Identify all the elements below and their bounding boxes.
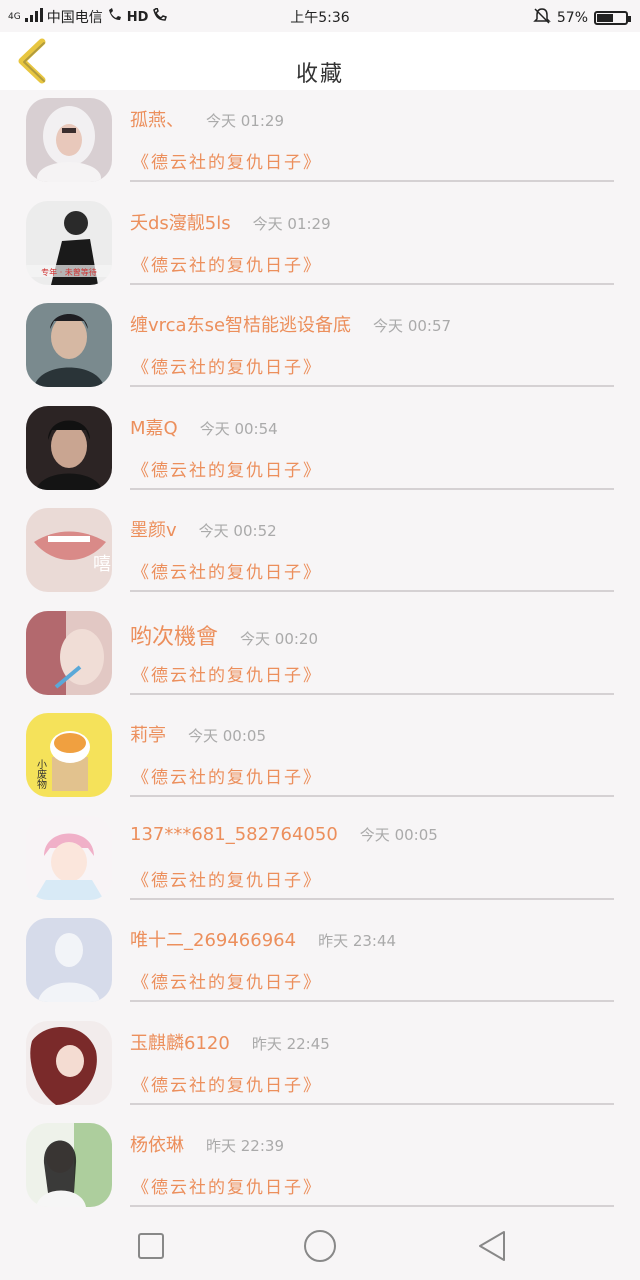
avatar[interactable]: [26, 303, 112, 387]
avatar[interactable]: [26, 405, 112, 490]
username[interactable]: M嘉Q: [130, 414, 178, 440]
list-item[interactable]: 孤燕、 今天 01:29 《德云社的复仇日子》: [0, 90, 640, 193]
item-meta: 莉亭 今天 00:05: [130, 721, 266, 747]
timestamp: 今天 00:20: [240, 629, 319, 648]
username[interactable]: 哟次機會: [130, 619, 218, 651]
timestamp: 今天 01:29: [206, 112, 284, 130]
circle-icon: [304, 1230, 336, 1262]
divider: [130, 487, 614, 490]
timestamp: 今天 00:52: [198, 522, 277, 540]
username[interactable]: 夭ds濅靓5ls: [130, 209, 231, 235]
square-icon: [138, 1233, 164, 1259]
avatar[interactable]: [26, 1020, 112, 1105]
work-title[interactable]: 《德云社的复仇日子》: [132, 1071, 322, 1096]
timestamp: 今天 01:29: [252, 214, 331, 233]
avatar[interactable]: 嘻: [26, 508, 112, 592]
timestamp: 今天 00:57: [373, 317, 452, 335]
timestamp: 今天 00:05: [188, 727, 266, 745]
favorites-list: 孤燕、 今天 01:29 《德云社的复仇日子》 专年 · 未曾等待 夭ds濅靓5…: [0, 90, 640, 1218]
work-title[interactable]: 《德云社的复仇日子》: [132, 866, 322, 891]
divider: [130, 282, 614, 285]
header: 收藏: [0, 32, 640, 90]
username[interactable]: 玉麒麟6120: [130, 1029, 230, 1055]
recents-button[interactable]: [131, 1226, 171, 1266]
work-title[interactable]: 《德云社的复仇日子》: [132, 251, 322, 276]
item-meta: 玉麒麟6120 昨天 22:45: [130, 1029, 330, 1055]
list-item[interactable]: 嘻 墨颜v 今天 00:52 《德云社的复仇日子》: [0, 500, 640, 603]
avatar[interactable]: [26, 815, 112, 900]
divider: [130, 1000, 614, 1002]
battery-icon: [594, 11, 631, 25]
avatar-caption: 嘻: [93, 554, 111, 575]
username[interactable]: 缠vrca东se智桔能逃设备底: [130, 311, 351, 337]
divider: [130, 590, 614, 592]
username[interactable]: 唯十二_269466964: [130, 926, 296, 952]
system-nav-bar: [0, 1210, 640, 1280]
work-title[interactable]: 《德云社的复仇日子》: [132, 968, 322, 993]
avatar[interactable]: [26, 610, 112, 695]
list-item[interactable]: 哟次機會 今天 00:20 《德云社的复仇日子》: [0, 603, 640, 706]
username[interactable]: 137***681_582764050: [130, 824, 338, 845]
list-item[interactable]: M嘉Q 今天 00:54 《德云社的复仇日子》: [0, 398, 640, 501]
divider: [130, 795, 614, 797]
list-item[interactable]: 杨依琳 昨天 22:39 《德云社的复仇日子》: [0, 1115, 640, 1218]
avatar[interactable]: [26, 98, 112, 182]
item-meta: 夭ds濅靓5ls 今天 01:29: [130, 209, 331, 235]
work-title[interactable]: 《德云社的复仇日子》: [132, 1173, 322, 1198]
work-title[interactable]: 《德云社的复仇日子》: [132, 763, 322, 788]
battery-percent: 57%: [556, 10, 588, 26]
avatar-caption: 专年 · 未曾等待: [41, 267, 97, 277]
divider: [130, 180, 614, 182]
avatar[interactable]: [26, 918, 112, 1002]
username[interactable]: 莉亭: [130, 721, 166, 747]
username[interactable]: 杨依琳: [130, 1131, 184, 1157]
timestamp: 今天 00:54: [199, 419, 278, 438]
item-meta: 墨颜v 今天 00:52: [130, 516, 277, 542]
triangle-back-icon: [479, 1231, 505, 1261]
status-right: 57%: [533, 7, 631, 29]
list-item[interactable]: 137***681_582764050 今天 00:05 《德云社的复仇日子》: [0, 808, 640, 911]
timestamp: 今天 00:05: [359, 825, 438, 844]
work-title[interactable]: 《德云社的复仇日子》: [132, 456, 322, 481]
username[interactable]: 墨颜v: [130, 516, 177, 542]
work-title[interactable]: 《德云社的复仇日子》: [132, 148, 322, 173]
divider: [130, 1102, 614, 1105]
list-item[interactable]: 缠vrca东se智桔能逃设备底 今天 00:57 《德云社的复仇日子》: [0, 295, 640, 398]
item-meta: 杨依琳 昨天 22:39: [130, 1131, 284, 1157]
avatar[interactable]: [26, 1123, 112, 1207]
mute-bell-icon: [533, 7, 551, 29]
page-title: 收藏: [295, 62, 344, 87]
avatar-caption: 小废物: [35, 759, 47, 790]
timestamp: 昨天 22:45: [251, 1034, 330, 1053]
item-meta: M嘉Q 今天 00:54: [130, 414, 278, 440]
item-meta: 137***681_582764050 今天 00:05: [130, 824, 438, 845]
divider: [130, 385, 614, 387]
item-meta: 孤燕、 今天 01:29: [130, 106, 284, 132]
item-meta: 缠vrca东se智桔能逃设备底 今天 00:57: [130, 311, 451, 337]
item-meta: 唯十二_269466964 昨天 23:44: [130, 926, 396, 952]
home-button[interactable]: [300, 1226, 340, 1266]
divider: [130, 692, 614, 695]
avatar[interactable]: 小废物: [26, 713, 112, 797]
timestamp: 昨天 23:44: [318, 932, 397, 950]
item-meta: 哟次機會 今天 00:20: [130, 619, 318, 651]
work-title[interactable]: 《德云社的复仇日子》: [132, 353, 322, 378]
work-title[interactable]: 《德云社的复仇日子》: [132, 661, 322, 686]
back-nav-button[interactable]: [472, 1226, 512, 1266]
timestamp: 昨天 22:39: [206, 1137, 284, 1155]
list-item[interactable]: 专年 · 未曾等待 夭ds濅靓5ls 今天 01:29 《德云社的复仇日子》: [0, 193, 640, 296]
divider: [130, 1205, 614, 1207]
list-item[interactable]: 唯十二_269466964 昨天 23:44 《德云社的复仇日子》: [0, 910, 640, 1013]
list-item[interactable]: 小废物 莉亭 今天 00:05 《德云社的复仇日子》: [0, 705, 640, 808]
avatar[interactable]: 专年 · 未曾等待: [26, 200, 112, 285]
work-title[interactable]: 《德云社的复仇日子》: [132, 558, 322, 583]
status-bar: 4G 中国电信 HD 上午5:36 57%: [0, 0, 640, 32]
divider: [130, 897, 614, 900]
list-item[interactable]: 玉麒麟6120 昨天 22:45 《德云社的复仇日子》: [0, 1013, 640, 1116]
username[interactable]: 孤燕、: [130, 106, 184, 132]
